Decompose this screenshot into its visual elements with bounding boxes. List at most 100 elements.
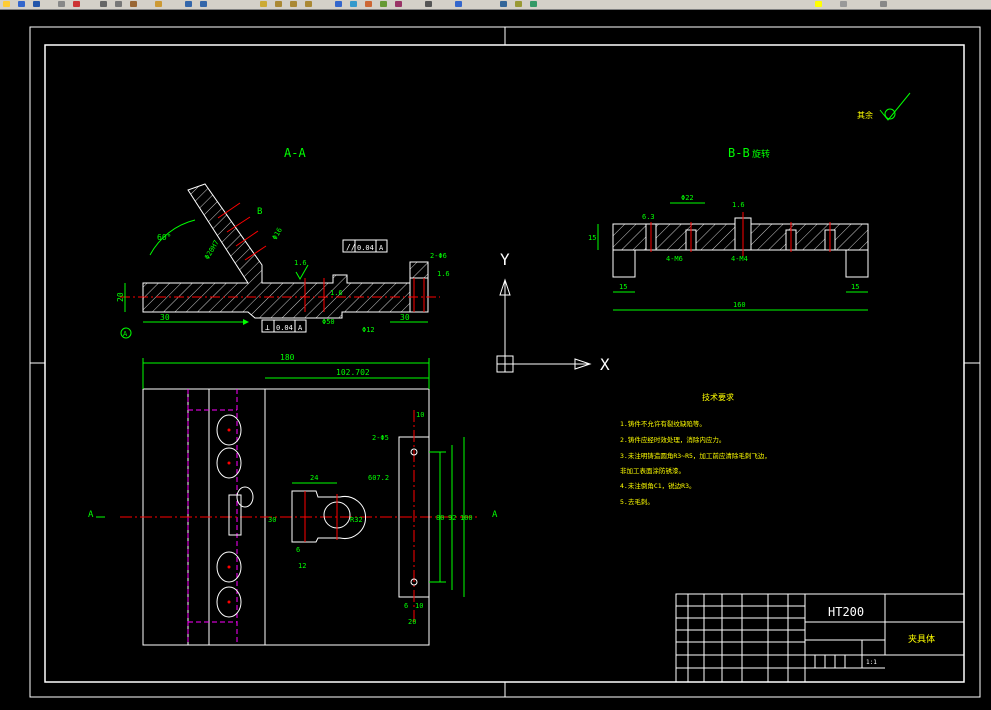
save-icon[interactable] [33,1,40,7]
aa-rough3: 1.6 [437,270,450,278]
title-block[interactable]: HT200 夹具体 1:1 [675,593,965,683]
title-material: HT200 [828,605,864,619]
plan-dim-12: 12 [298,562,306,570]
match-prop-icon[interactable] [155,1,162,7]
plan-dim-92: 92 [448,514,456,522]
aa-angle: 60° [157,233,171,242]
bb-rough2: 1.6 [732,201,745,209]
ucs-y-label: Y [500,250,510,269]
plan-dim-10: 10 [416,411,424,419]
aa-datum: A [123,330,128,338]
markup-icon[interactable] [395,1,402,7]
roughness-symbol: 其余 [857,92,911,121]
sheet-set-icon[interactable] [380,1,387,7]
bb-rough: 6.3 [642,213,655,221]
section-bb-suffix: 旋转 [752,148,770,160]
plan-dim-b6: 6 [404,602,408,610]
section-bb[interactable]: B-B 旋转 15 15 160 15 Φ22 6.3 1.6 4-M6 4-M… [588,146,869,311]
pan-icon[interactable] [260,1,267,7]
aa-body [142,183,429,319]
tech-note-5: 4.未注倒角C1，锐边R3。 [620,481,695,490]
plan-dim-30: 30 [268,516,276,524]
tech-note-3: 3.未注明铸造圆角R3~R5，加工前应清除毛刺飞边， [620,451,771,460]
bb-m4: 4-M4 [731,255,748,263]
properties-icon[interactable] [335,1,342,7]
toolbar [0,0,991,10]
title-scale: 1:1 [866,659,877,666]
layer-icon[interactable] [500,1,507,7]
plan-dim-80: 80 [436,514,444,522]
drawing-canvas[interactable]: A-A 30 30 20 60° B Φ20H7 Φ16 // 0.04 A ⊥ [0,10,991,710]
aa-perp-tol: 0.04 [276,324,293,332]
cut-icon[interactable] [100,1,107,7]
perpendicularity-symbol: ⊥ [265,323,270,332]
bb-dim-left: 15 [619,283,627,291]
aa-dim-height: 20 [116,292,125,302]
plan-dim-24: 24 [310,474,318,482]
plan-dim-r: 607.2 [368,474,389,482]
bb-dim-right: 15 [851,283,859,291]
title-name: 夹具体 [908,633,935,645]
ucs-icon: Y X [496,250,610,374]
open-icon[interactable] [18,1,25,7]
aa-rough2: 1.6 [330,289,343,297]
aa-thread: 2-Φ6 [430,252,447,260]
bb-dim-total: 160 [733,301,746,309]
plan-dim-r32: R32 [350,516,363,524]
plan-dim-holes: 2-Φ5 [372,434,389,442]
preview-icon[interactable] [73,1,80,7]
aa-dim-left: 30 [160,313,170,322]
print-icon[interactable] [58,1,65,7]
linetype-icon[interactable] [840,1,847,7]
section-aa[interactable]: A-A 30 30 20 60° B Φ20H7 Φ16 // 0.04 A ⊥ [116,146,450,339]
aa-dim-b: Φ12 [362,326,375,334]
paste-icon[interactable] [130,1,137,7]
tech-note-2: 2.铸件应经时效处理，消除内应力。 [620,435,725,444]
aa-perp-ref: A [298,324,303,332]
lineweight-icon[interactable] [880,1,887,7]
aa-flatness-tol: 0.04 [357,244,374,252]
design-center-icon[interactable] [350,1,357,7]
section-aa-label: A-A [284,146,306,160]
tech-notes-title: 技术要求 [702,392,734,402]
tech-note-6: 5.去毛刺。 [620,497,654,506]
section-mark-right: A [492,510,498,520]
aa-dim-right: 30 [400,313,410,322]
plan-dim-b20: 20 [408,618,416,626]
aa-b-marker: B [257,207,262,217]
calculator-icon[interactable] [425,1,432,7]
plan-dim-6: 6 [296,546,300,554]
parallelism-symbol: // [346,243,356,252]
layer-prev-icon[interactable] [530,1,537,7]
redo-icon[interactable] [200,1,207,7]
tech-note-1: 1.铸件不允许有裂纹缺陷等。 [620,419,706,428]
aa-dim-a: Φ50 [322,318,335,326]
aa-flatness-ref: A [379,244,384,252]
bb-dim-height: 15 [588,234,596,242]
help-icon[interactable] [455,1,462,7]
roughness-label: 其余 [857,110,873,120]
zoom-previous-icon[interactable] [305,1,312,7]
app-icon[interactable] [3,1,10,7]
aa-hole-dia: Φ20H7 [203,239,220,261]
section-bb-label: B-B [728,146,750,160]
undo-icon[interactable] [185,1,192,7]
aa-dim-c: Φ16 [271,226,284,241]
bb-dim-phi22: Φ22 [681,194,694,202]
plan-dim-offset: 102.702 [336,368,370,377]
bb-m6: 4-M6 [666,255,683,263]
zoom-realtime-icon[interactable] [275,1,282,7]
color-icon[interactable] [815,1,822,7]
plan-dim-b10: 10 [415,602,423,610]
layer-state-icon[interactable] [515,1,522,7]
tech-notes: 技术要求 1.铸件不允许有裂纹缺陷等。 2.铸件应经时效处理，消除内应力。 3.… [620,392,771,506]
tool-palette-icon[interactable] [365,1,372,7]
section-mark-left: A [88,510,94,520]
copy-icon[interactable] [115,1,122,7]
tech-note-4: 非加工表面涂防锈漆。 [620,466,685,475]
ucs-x-label: X [600,355,610,374]
plan-dim-100: 100 [460,514,473,522]
plan-view[interactable]: R32 24 607.2 30 6 12 2-Φ5 10 80 92 100 6… [88,353,498,646]
aa-rough1: 1.6 [294,259,307,267]
zoom-window-icon[interactable] [290,1,297,7]
